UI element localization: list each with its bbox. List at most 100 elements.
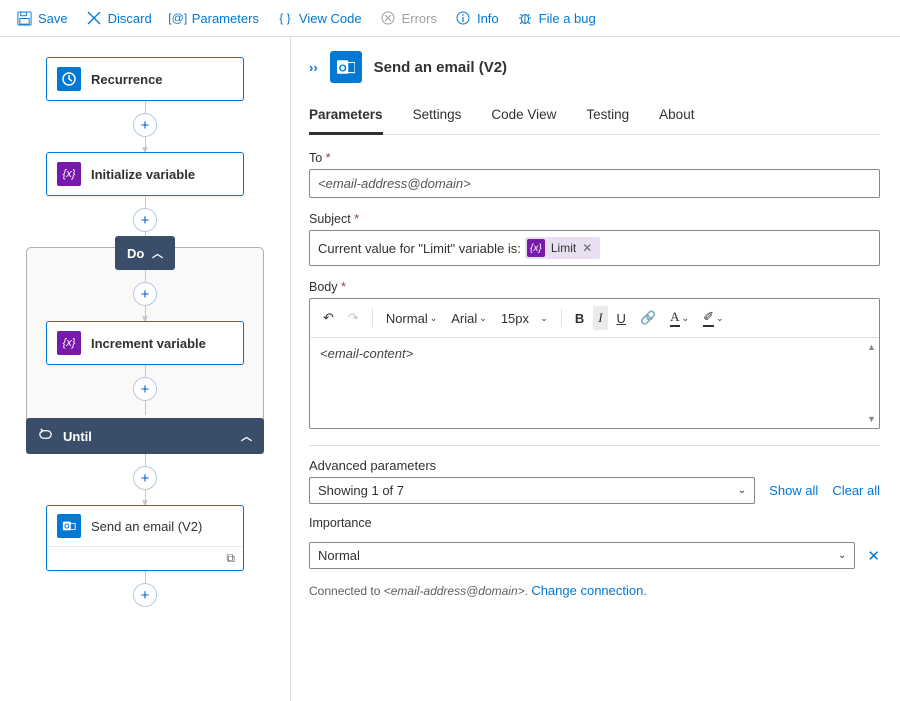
view-code-button[interactable]: { } View Code	[269, 4, 370, 32]
scrollbar[interactable]: ▲▼	[867, 342, 877, 424]
chevron-up-icon: ︿	[152, 245, 163, 261]
divider	[372, 309, 373, 327]
initvar-label: Initialize variable	[91, 167, 195, 182]
increment-label: Increment variable	[91, 336, 206, 351]
advanced-parameters-dropdown[interactable]: Showing 1 of 7 ⌄	[309, 477, 755, 504]
body-editor: ↶ ↷ Normal ⌄ Arial ⌄ 15px ⌄ B I U 🔗 A ⌄ …	[309, 298, 880, 429]
bug-icon	[517, 10, 533, 26]
link-button[interactable]: 🔗	[635, 306, 661, 330]
body-textarea[interactable]: <email-content> ▲▼	[310, 338, 879, 428]
loop-icon	[38, 427, 53, 445]
add-step-button[interactable]: +	[133, 113, 157, 137]
file-bug-label: File a bug	[539, 11, 596, 26]
font-dropdown[interactable]: Arial ⌄	[446, 307, 492, 330]
chevron-up-icon: ︿	[241, 428, 252, 444]
until-label: Until	[63, 429, 92, 444]
redo-button: ↷	[343, 306, 364, 330]
change-connection-link[interactable]: Change connection.	[531, 583, 647, 598]
highlight-button[interactable]: ✐ ⌄	[698, 305, 728, 331]
importance-label: Importance	[309, 516, 880, 530]
to-input[interactable]: <email-address@domain>	[309, 169, 880, 198]
tab-about[interactable]: About	[659, 101, 694, 134]
add-step-button[interactable]: +	[133, 377, 157, 401]
discard-icon	[86, 10, 102, 26]
add-step-button[interactable]: +	[133, 208, 157, 232]
send-email-step[interactable]: O Send an email (V2) ⧉	[46, 505, 244, 571]
heading-dropdown[interactable]: Normal ⌄	[381, 307, 442, 330]
connector	[145, 365, 146, 377]
tab-testing[interactable]: Testing	[586, 101, 629, 134]
subject-label: Subject *	[309, 212, 880, 226]
importance-dropdown[interactable]: Normal ⌄	[309, 542, 855, 569]
details-panel: ›› O Send an email (V2) Parameters Setti…	[290, 37, 900, 701]
outlook-icon: O	[57, 514, 81, 538]
increment-variable-step[interactable]: {x} Increment variable	[46, 321, 244, 365]
divider	[309, 445, 880, 446]
variable-icon: {x}	[527, 239, 545, 257]
collapse-panel-button[interactable]: ››	[309, 60, 318, 75]
svg-text:O: O	[64, 524, 70, 531]
parameters-label: Parameters	[192, 11, 259, 26]
initialize-variable-step[interactable]: {x} Initialize variable	[46, 152, 244, 196]
rich-text-toolbar: ↶ ↷ Normal ⌄ Arial ⌄ 15px ⌄ B I U 🔗 A ⌄ …	[310, 299, 879, 338]
recurrence-label: Recurrence	[91, 72, 163, 87]
variable-icon: {x}	[57, 331, 81, 355]
send-email-label: Send an email (V2)	[91, 519, 202, 534]
variable-icon: {x}	[57, 162, 81, 186]
underline-button[interactable]: U	[612, 307, 631, 330]
code-icon: { }	[277, 10, 293, 26]
add-step-button[interactable]: +	[133, 583, 157, 607]
add-step-button[interactable]: +	[133, 466, 157, 490]
connector	[145, 401, 146, 415]
recurrence-step[interactable]: Recurrence	[46, 57, 244, 101]
to-label: To *	[309, 151, 880, 165]
font-size-dropdown[interactable]: 15px ⌄	[496, 307, 553, 330]
file-bug-button[interactable]: File a bug	[509, 4, 604, 32]
connector	[145, 196, 146, 208]
info-icon	[455, 10, 471, 26]
chevron-down-icon: ⌄	[540, 313, 548, 324]
chevron-down-icon: ⌄	[838, 550, 846, 561]
connector	[145, 101, 146, 113]
panel-tabs: Parameters Settings Code View Testing Ab…	[309, 101, 880, 135]
tab-code-view[interactable]: Code View	[491, 101, 556, 134]
connector	[145, 270, 146, 282]
discard-button[interactable]: Discard	[78, 4, 160, 32]
do-until-group: Do ︿ + ▼ {x} Increment variable +	[26, 247, 264, 430]
advanced-parameters-label: Advanced parameters	[309, 458, 880, 473]
tab-parameters[interactable]: Parameters	[309, 101, 383, 135]
save-button[interactable]: Save	[8, 4, 76, 32]
save-label: Save	[38, 11, 68, 26]
subject-input[interactable]: Current value for "Limit" variable is: {…	[309, 230, 880, 266]
italic-button[interactable]: I	[593, 306, 607, 330]
errors-label: Errors	[402, 11, 437, 26]
do-header[interactable]: Do ︿	[115, 236, 175, 270]
undo-button[interactable]: ↶	[318, 306, 339, 330]
tab-settings[interactable]: Settings	[413, 101, 462, 134]
outlook-icon: O	[330, 51, 362, 83]
add-step-button[interactable]: +	[133, 282, 157, 306]
remove-parameter-button[interactable]: ✕	[867, 547, 880, 565]
parameters-button[interactable]: [@] Parameters	[162, 4, 267, 32]
font-color-button[interactable]: A ⌄	[665, 305, 694, 331]
remove-token-button[interactable]: ✕	[582, 241, 592, 255]
info-label: Info	[477, 11, 499, 26]
clock-icon	[57, 67, 81, 91]
chevron-down-icon: ⌄	[430, 313, 438, 324]
chevron-down-icon: ⌄	[738, 485, 746, 496]
connector	[145, 571, 146, 583]
chevron-down-icon: ⌄	[479, 313, 487, 324]
clear-all-link[interactable]: Clear all	[832, 483, 880, 498]
do-label: Do	[127, 246, 144, 261]
token-label: Limit	[551, 241, 576, 255]
view-code-label: View Code	[299, 11, 362, 26]
errors-button: Errors	[372, 4, 445, 32]
until-header[interactable]: Until ︿	[26, 418, 264, 454]
show-all-link[interactable]: Show all	[769, 483, 818, 498]
bold-button[interactable]: B	[570, 307, 589, 330]
workflow-canvas: Recurrence + ▼ {x} Initialize variable +…	[0, 37, 290, 701]
top-toolbar: Save Discard [@] Parameters { } View Cod…	[0, 0, 900, 37]
variable-token[interactable]: {x} Limit ✕	[525, 237, 600, 259]
info-button[interactable]: Info	[447, 4, 507, 32]
subject-text: Current value for "Limit" variable is:	[318, 241, 521, 256]
